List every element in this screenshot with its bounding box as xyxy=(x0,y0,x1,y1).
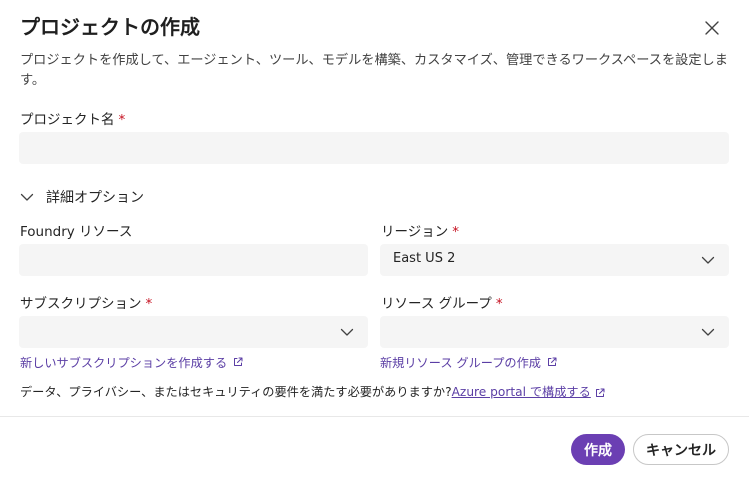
azure-portal-link[interactable]: Azure portal で構成する xyxy=(452,385,591,399)
advanced-options-label: 詳細オプション xyxy=(46,190,144,206)
create-resource-group-link[interactable]: 新規リソース グループの作成 xyxy=(380,353,557,371)
create-project-dialog: プロジェクトの作成 プロジェクトを作成して、エージェント、ツール、モデルを構築、… xyxy=(0,0,749,478)
project-name-label-text: プロジェクト名 xyxy=(20,112,115,128)
region-label-text: リージョン xyxy=(381,224,449,240)
dialog-description: プロジェクトを作成して、エージェント、ツール、モデルを構築、カスタマイズ、管理で… xyxy=(20,53,728,88)
project-name-input[interactable] xyxy=(19,132,729,164)
chevron-down-icon xyxy=(20,193,34,201)
external-link-icon xyxy=(234,357,243,366)
chevron-down-icon xyxy=(340,328,354,336)
required-mark: * xyxy=(118,112,126,128)
region-value: East US 2 xyxy=(393,251,456,266)
region-dropdown[interactable]: East US 2 xyxy=(380,244,729,276)
subscription-label-text: サブスクリプション xyxy=(20,296,142,312)
compliance-notice-text: データ、プライバシー、またはセキュリティの要件を満たす必要がありますか? xyxy=(20,385,452,399)
close-icon xyxy=(705,21,719,35)
create-subscription-link-text: 新しいサブスクリプションを作成する xyxy=(20,356,228,370)
close-button[interactable] xyxy=(701,17,723,39)
dialog-title: プロジェクトの作成 xyxy=(20,15,200,39)
foundry-resource-label: Foundry リソース xyxy=(20,224,133,240)
subscription-label: サブスクリプション * xyxy=(20,292,152,312)
subscription-dropdown[interactable] xyxy=(19,316,368,348)
footer-divider xyxy=(0,416,749,417)
external-link-icon xyxy=(595,388,605,397)
project-name-label: プロジェクト名 * xyxy=(20,108,125,128)
advanced-options-toggle[interactable]: 詳細オプション xyxy=(20,187,144,207)
required-mark: * xyxy=(452,224,459,240)
region-label: リージョン * xyxy=(381,220,459,240)
required-mark: * xyxy=(495,296,503,312)
create-subscription-link[interactable]: 新しいサブスクリプションを作成する xyxy=(20,353,243,371)
resource-group-dropdown[interactable] xyxy=(380,316,729,348)
foundry-resource-input[interactable] xyxy=(19,244,368,276)
external-link-icon xyxy=(547,357,557,366)
chevron-down-icon xyxy=(701,328,715,336)
chevron-down-icon xyxy=(701,256,715,264)
resource-group-label-text: リソース グループ xyxy=(381,296,492,312)
required-mark: * xyxy=(145,296,153,312)
compliance-notice: データ、プライバシー、またはセキュリティの要件を満たす必要がありますか?Azur… xyxy=(20,382,605,400)
create-button[interactable]: 作成 xyxy=(571,434,625,465)
resource-group-label: リソース グループ * xyxy=(381,292,503,312)
cancel-button[interactable]: キャンセル xyxy=(633,434,729,465)
create-resource-group-link-text: 新規リソース グループの作成 xyxy=(380,356,541,370)
